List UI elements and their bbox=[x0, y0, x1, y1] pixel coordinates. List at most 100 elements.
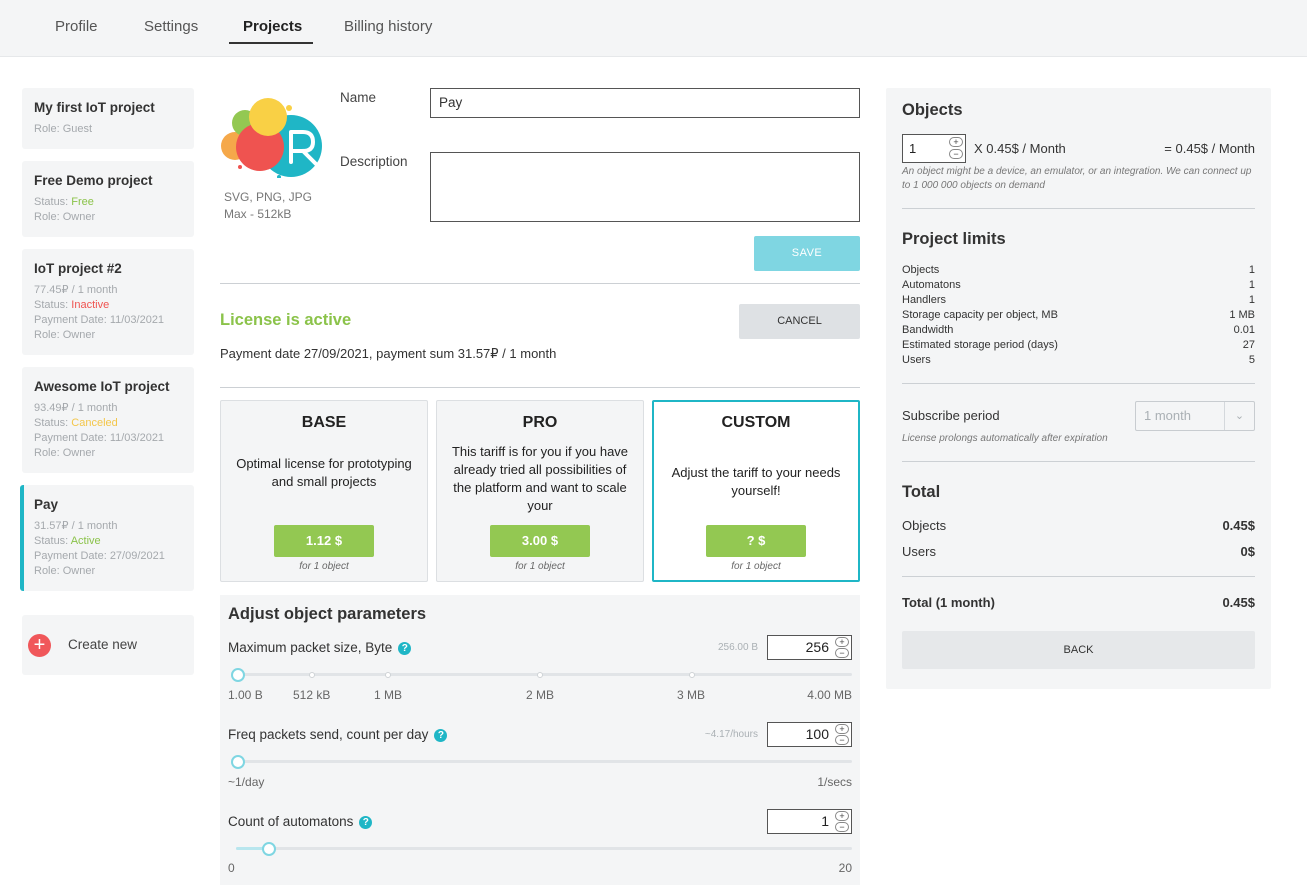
decrement-button[interactable]: − bbox=[949, 149, 963, 159]
project-card-awesome-iot[interactable]: Awesome IoT project 93.49₽ / 1 month Sta… bbox=[22, 367, 194, 473]
project-status: Status: Inactive bbox=[34, 298, 182, 313]
freq-slider-thumb[interactable] bbox=[231, 755, 245, 769]
project-logo[interactable] bbox=[219, 96, 323, 179]
tariff-price-button[interactable]: 1.12 $ bbox=[274, 525, 374, 557]
project-title: Pay bbox=[34, 497, 59, 512]
increment-button[interactable]: + bbox=[949, 137, 963, 147]
limit-value: 5 bbox=[1248, 354, 1255, 366]
objects-qty-value: 1 bbox=[909, 141, 917, 156]
packet-size-input[interactable]: 256 + − bbox=[767, 635, 852, 660]
tariff-price-button[interactable]: ? $ bbox=[706, 525, 806, 557]
scale-label: 1 MB bbox=[374, 688, 403, 702]
active-tab-indicator bbox=[229, 42, 313, 44]
decrement-button[interactable]: − bbox=[835, 735, 849, 745]
objects-title: Objects bbox=[902, 101, 963, 119]
increment-button[interactable]: + bbox=[835, 637, 849, 647]
scale-label: 1/secs bbox=[817, 775, 852, 789]
scale-label: ~1/day bbox=[228, 775, 265, 789]
slider-tick bbox=[537, 672, 543, 678]
decrement-button[interactable]: − bbox=[835, 822, 849, 832]
status-value: Canceled bbox=[71, 417, 118, 429]
automatons-slider-track[interactable] bbox=[236, 847, 852, 850]
summary-panel: Objects 1 + − X 0.45$ / Month = 0.45$ / … bbox=[886, 88, 1271, 689]
freq-slider-track[interactable] bbox=[236, 760, 852, 763]
freq-input[interactable]: 100 + − bbox=[767, 722, 852, 747]
subscribe-period-select[interactable]: 1 month ⌄ bbox=[1135, 401, 1255, 431]
packet-size-hint: 256.00 B bbox=[717, 642, 758, 653]
slider-tick bbox=[309, 672, 315, 678]
tariff-price-button[interactable]: 3.00 $ bbox=[490, 525, 590, 557]
project-card-my-first-iot[interactable]: My first IoT project Role: Guest bbox=[22, 88, 194, 149]
increment-button[interactable]: + bbox=[835, 811, 849, 821]
limit-name: Users bbox=[902, 354, 931, 366]
scale-label: 3 MB bbox=[677, 688, 706, 702]
tab-projects[interactable]: Projects bbox=[243, 18, 302, 35]
create-new-project-button[interactable]: + Create new bbox=[22, 615, 194, 675]
project-card-free-demo[interactable]: Free Demo project Status: Free Role: Own… bbox=[22, 161, 194, 237]
objects-qty-input[interactable]: 1 + − bbox=[902, 134, 966, 163]
limit-row: Bandwidth 0.01 bbox=[902, 324, 1255, 336]
packet-size-slider-thumb[interactable] bbox=[231, 668, 245, 682]
tariff-card-base[interactable]: BASE Optimal license for prototyping and… bbox=[220, 400, 428, 582]
subscribe-period-label: Subscribe period bbox=[902, 408, 1000, 423]
status-value: Inactive bbox=[71, 299, 110, 311]
project-price: 77.45₽ / 1 month bbox=[34, 284, 118, 296]
save-button[interactable]: SAVE bbox=[754, 236, 860, 271]
divider bbox=[902, 383, 1255, 384]
grand-total-row: Total (1 month) 0.45$ bbox=[902, 595, 1255, 610]
decrement-button[interactable]: − bbox=[835, 648, 849, 658]
project-status: Status: Free bbox=[34, 195, 182, 210]
status-prefix: Status: bbox=[34, 417, 72, 429]
adjust-title: Adjust object parameters bbox=[228, 605, 427, 623]
automatons-input[interactable]: 1 + − bbox=[767, 809, 852, 834]
project-status: Status: Canceled bbox=[34, 416, 182, 431]
packet-size-label-text: Maximum packet size, Byte bbox=[228, 640, 393, 655]
project-price: 93.49₽ / 1 month bbox=[34, 402, 118, 414]
adjust-parameters-panel: Adjust object parameters Maximum packet … bbox=[220, 595, 860, 885]
help-icon[interactable]: ? bbox=[434, 729, 448, 742]
tab-profile[interactable]: Profile bbox=[55, 18, 98, 35]
project-role: Role: Owner bbox=[34, 565, 96, 577]
name-input[interactable]: Pay bbox=[430, 88, 860, 118]
limit-value: 1 bbox=[1248, 279, 1255, 291]
project-role: Role: Owner bbox=[34, 447, 96, 459]
help-icon[interactable]: ? bbox=[359, 816, 373, 829]
tariff-unit: for 1 object bbox=[515, 561, 565, 572]
slider-tick bbox=[385, 672, 391, 678]
tariff-card-custom[interactable]: CUSTOM Adjust the tariff to your needs y… bbox=[652, 400, 860, 582]
limit-row: Estimated storage period (days) 27 bbox=[902, 339, 1255, 351]
limit-value: 1 bbox=[1248, 264, 1255, 276]
project-price: 31.57₽ / 1 month bbox=[34, 520, 118, 532]
help-icon[interactable]: ? bbox=[398, 642, 412, 655]
total-name: Objects bbox=[902, 518, 947, 533]
total-row: Objects 0.45$ bbox=[902, 518, 1255, 533]
increment-button[interactable]: + bbox=[835, 724, 849, 734]
total-value: 0$ bbox=[1240, 544, 1255, 559]
tab-billing-history[interactable]: Billing history bbox=[344, 18, 432, 35]
plus-icon: + bbox=[28, 634, 51, 657]
scale-label: 4.00 MB bbox=[807, 688, 852, 702]
tariff-card-pro[interactable]: PRO This tariff is for you if you have a… bbox=[436, 400, 644, 582]
project-card-iot-2[interactable]: IoT project #2 77.45₽ / 1 month Status: … bbox=[22, 249, 194, 355]
subscribe-note: License prolongs automatically after exp… bbox=[902, 433, 1108, 444]
description-input[interactable] bbox=[430, 152, 860, 222]
license-status: License is active bbox=[220, 311, 352, 329]
freq-label: Freq packets send, count per day? bbox=[228, 727, 448, 742]
license-payment-info: Payment date 27/09/2021, payment sum 31.… bbox=[220, 346, 557, 361]
cancel-button[interactable]: CANCEL bbox=[739, 304, 860, 339]
automatons-label-text: Count of automatons bbox=[228, 814, 354, 829]
status-value: Free bbox=[71, 196, 94, 208]
back-button[interactable]: BACK bbox=[902, 631, 1255, 669]
packet-size-slider-track[interactable] bbox=[236, 673, 852, 676]
packet-size-value: 256 bbox=[805, 639, 829, 655]
status-prefix: Status: bbox=[34, 196, 72, 208]
project-payment-date: Payment Date: 11/03/2021 bbox=[34, 432, 165, 444]
freq-label-text: Freq packets send, count per day bbox=[228, 727, 429, 742]
tab-settings[interactable]: Settings bbox=[144, 18, 198, 35]
project-card-pay[interactable]: Pay 31.57₽ / 1 month Status: Active Paym… bbox=[20, 485, 194, 591]
divider bbox=[902, 576, 1255, 577]
limit-value: 27 bbox=[1242, 339, 1255, 351]
limit-value: 1 bbox=[1248, 294, 1255, 306]
automatons-slider-thumb[interactable] bbox=[261, 842, 276, 856]
objects-subtotal: = 0.45$ / Month bbox=[1164, 141, 1255, 156]
